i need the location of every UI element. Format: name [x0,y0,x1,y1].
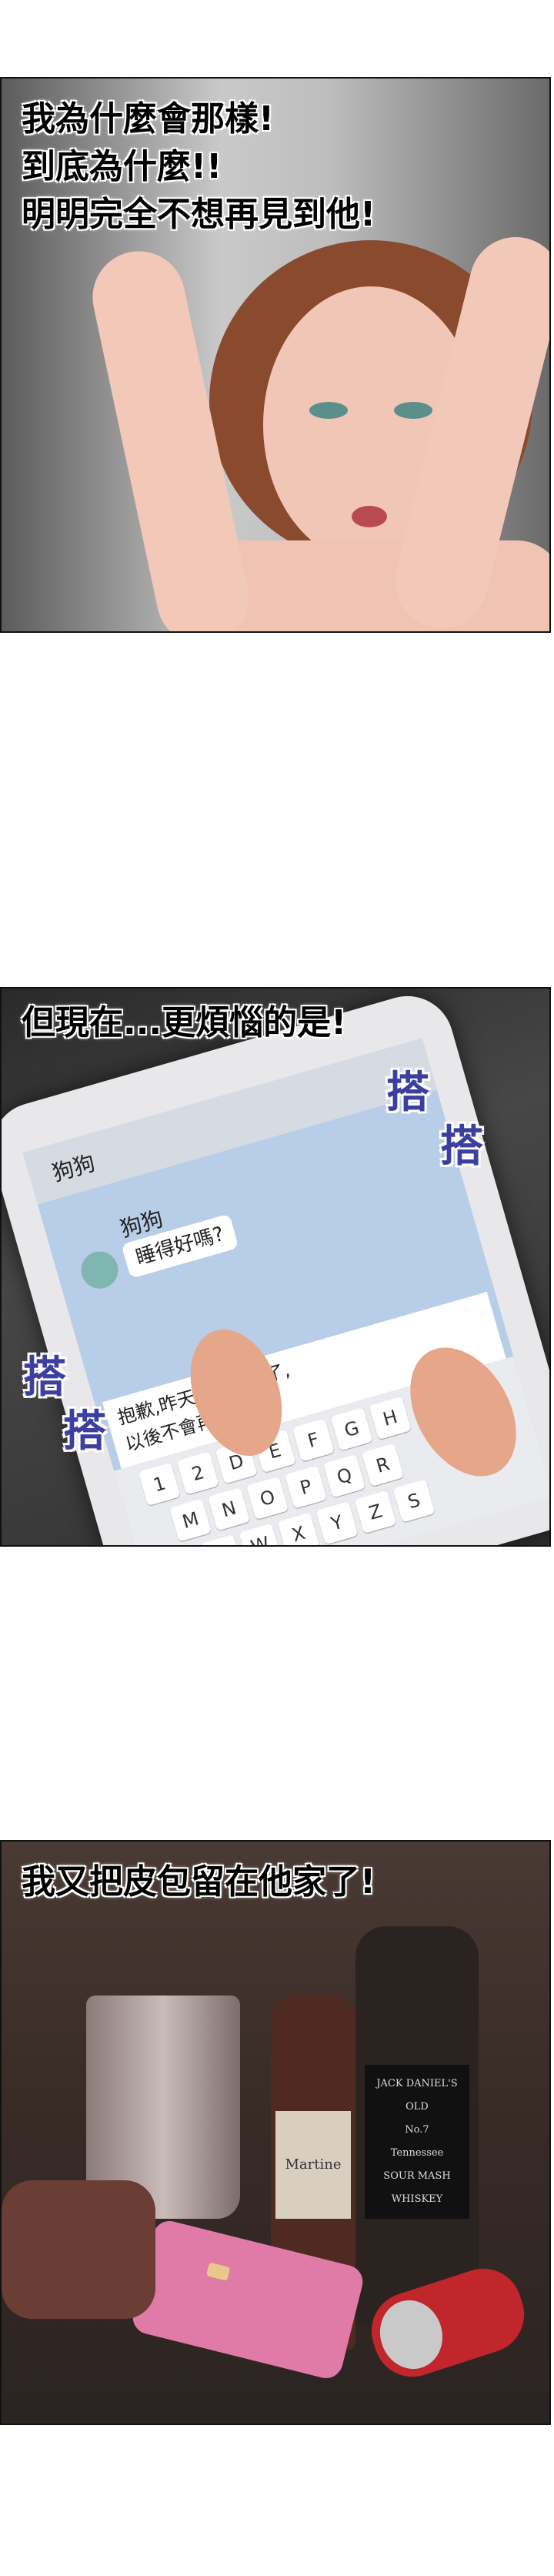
key[interactable]: F [292,1418,335,1462]
key[interactable]: R [362,1443,405,1487]
key[interactable]: W [239,1523,282,1545]
bottle-label: Martine [275,2111,351,2219]
whiskey-bottle: JACK DANIEL'S OLD No.7 Tennessee SOUR MA… [355,1926,479,2327]
chat-title: 狗狗 [49,1149,98,1186]
sfx-tap-2: 搭 [440,1122,483,1172]
key[interactable]: H [369,1396,412,1440]
key[interactable]: X [277,1512,320,1545]
right-eye [394,402,432,419]
key[interactable]: Y [315,1501,359,1545]
panel-3: 我又把皮包留在他家了! Martine JACK DANIEL'S OLD No… [0,1840,551,2425]
sfx-tap-1: 搭 [386,1068,429,1118]
key[interactable]: O [246,1476,289,1521]
chat-topbar: 狗狗 [22,1038,437,1205]
panel-2: 但現在...更煩惱的是! 狗狗 狗狗 睡得好嗎? 抱歉,昨天是我太醉了, 以後不… [0,987,551,1547]
caption-line-2: 到底為什麼!! [22,147,222,186]
whiskey-label-line: JACK DANIEL'S [376,2078,458,2089]
key[interactable]: 1 [138,1462,181,1507]
contact-avatar-icon [76,1246,123,1293]
key[interactable]: S [392,1479,436,1523]
key[interactable]: 2 [176,1451,219,1495]
left-eye [309,402,348,419]
caption: 但現在...更煩惱的是! [22,1003,347,1042]
mouth [352,506,387,527]
key[interactable]: N [208,1487,251,1531]
caption-line-3: 明明完全不想再見到他! [22,195,376,234]
key[interactable]: G [330,1407,373,1451]
whiskey-label-line: No.7 [405,2124,429,2136]
panel-1: 我為什麼會那樣! 到底為什麼!! 明明完全不想再見到他! [0,77,551,633]
crumpled-bag [2,2180,155,2319]
caption-line-1: 我為什麼會那樣! [22,99,275,139]
whiskey-label-line: SOUR MASH [383,2170,451,2182]
whiskey-label-line: Tennessee [390,2147,444,2159]
key[interactable]: V [200,1534,243,1545]
key[interactable]: P [285,1465,328,1509]
key[interactable]: Q [323,1454,366,1498]
key[interactable]: M [169,1498,212,1542]
caption: 我又把皮包留在他家了! [22,1862,376,1902]
key[interactable]: Z [354,1490,397,1534]
whiskey-label: JACK DANIEL'S OLD No.7 Tennessee SOUR MA… [365,2065,469,2219]
sfx-tap-3: 搭 [23,1353,66,1403]
sfx-tap-4: 搭 [63,1407,106,1457]
whiskey-label-line: WHISKEY [391,2193,443,2205]
wallet-clasp [205,2262,231,2281]
whiskey-label-line: OLD [405,2101,429,2113]
can-top [371,2292,452,2377]
